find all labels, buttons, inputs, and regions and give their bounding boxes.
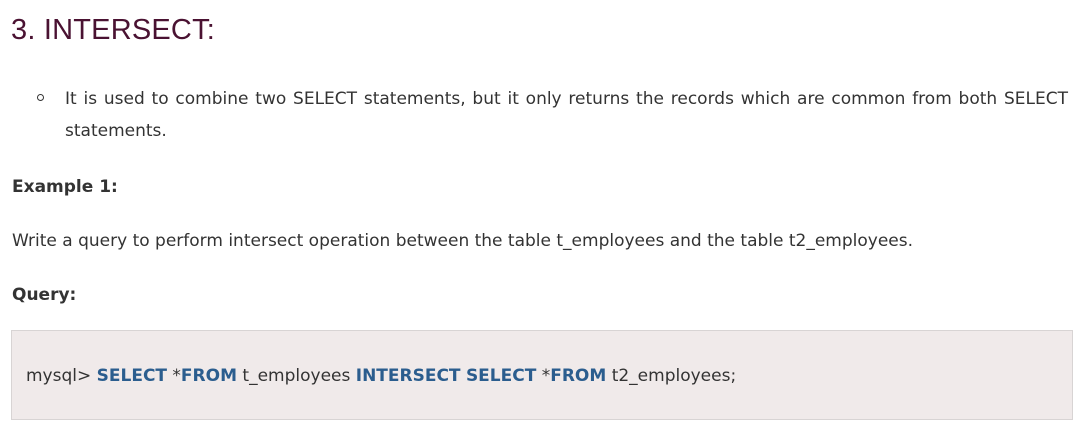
bullet-list: It is used to combine two SELECT stateme… <box>0 83 1086 147</box>
code-keyword-select: SELECT <box>96 366 168 386</box>
code-table-name: t2_employees; <box>606 366 737 386</box>
code-keyword-from: FROM <box>550 366 607 386</box>
code-keyword-select: SELECT <box>465 366 537 386</box>
code-line: mysql> SELECT *FROM t_employees INTERSEC… <box>26 364 736 388</box>
example-description: Write a query to perform intersect opera… <box>12 231 914 251</box>
code-keyword-intersect: INTERSECT <box>355 366 461 386</box>
section-heading: 3. INTERSECT: <box>11 14 216 46</box>
code-star: * <box>167 366 181 386</box>
code-star: * <box>536 366 551 386</box>
query-label: Query: <box>12 285 77 305</box>
bullet-item: It is used to combine two SELECT stateme… <box>0 83 1086 147</box>
code-block: mysql> SELECT *FROM t_employees INTERSEC… <box>11 330 1073 420</box>
bullet-text: It is used to combine two SELECT stateme… <box>65 89 1068 141</box>
example-label: Example 1: <box>12 177 118 197</box>
code-table-name: t_employees <box>237 366 356 386</box>
bullet-circle-icon <box>37 94 44 101</box>
code-keyword-from: FROM <box>180 366 237 386</box>
code-prompt: mysql> <box>26 366 97 386</box>
